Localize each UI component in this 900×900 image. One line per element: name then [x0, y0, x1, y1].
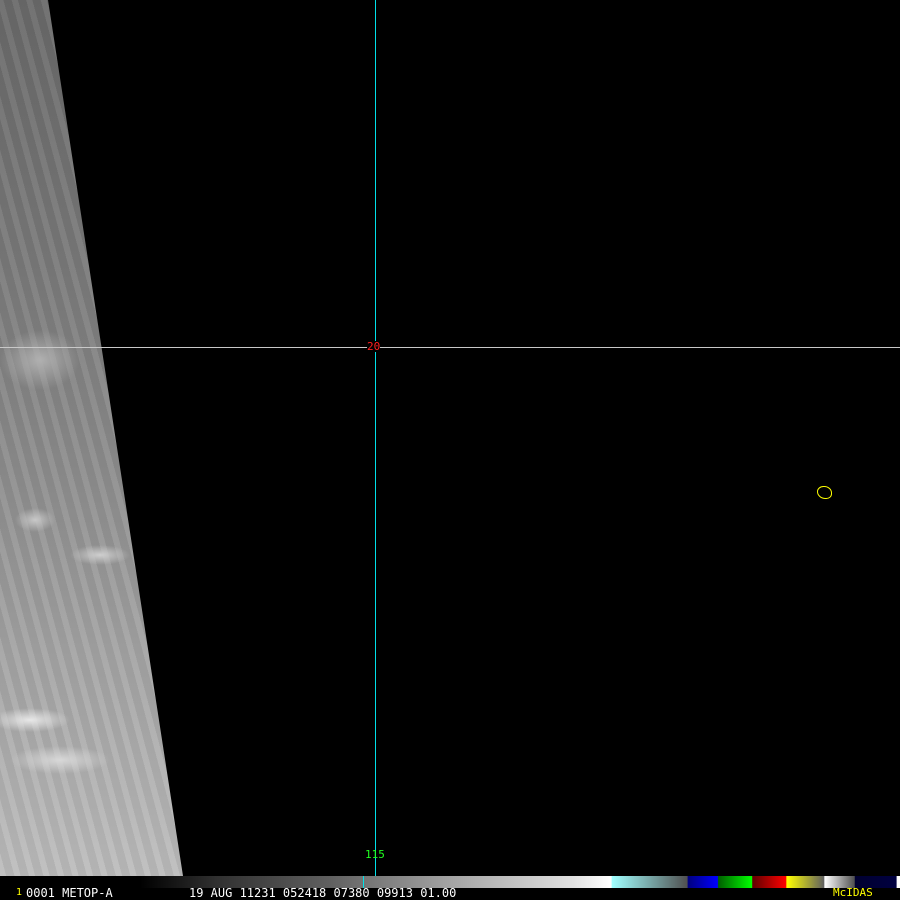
datetime-info: 19 AUG 11231 052418 07380 09913 01.00: [189, 886, 457, 900]
longitude-label: 115: [365, 848, 385, 861]
satellite-swath: [0, 0, 183, 876]
status-bar: 1 0001 METOP-A 19 AUG 11231 052418 07380 0…: [0, 886, 900, 900]
longitude-line: [375, 0, 376, 876]
satellite-name: 0001 METOP-A: [26, 886, 113, 900]
frame-number: 1: [16, 887, 23, 898]
satellite-image-viewer: 20 115 1 0001 METOP-A 19 AUG 11231 052418 …: [0, 0, 900, 900]
mcidas-brand: McIDAS: [833, 886, 873, 899]
coastline-outline: [817, 486, 832, 499]
latitude-line: [0, 347, 900, 348]
latitude-label: 20: [367, 340, 381, 353]
